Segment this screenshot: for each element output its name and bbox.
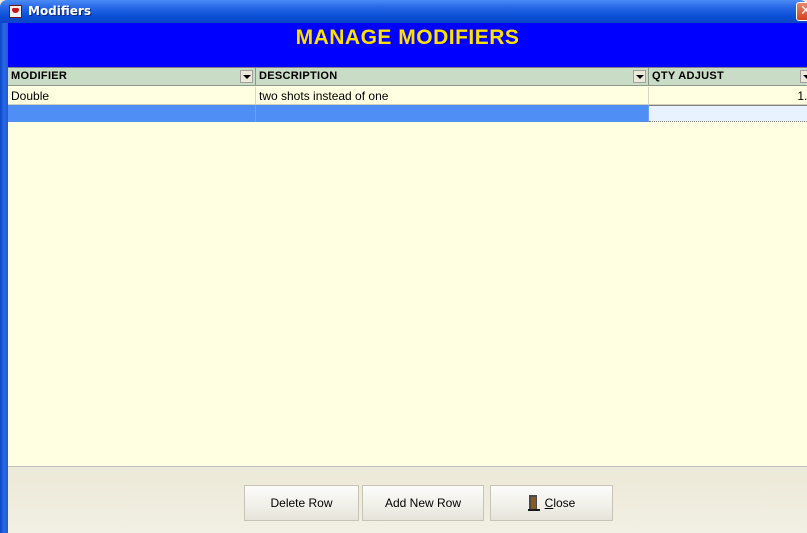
column-header-description[interactable]: DESCRIPTION [256,68,649,85]
app-icon [9,5,22,18]
column-header-qty-adjust[interactable]: QTY ADJUST [649,68,807,85]
close-button[interactable]: Close [490,485,613,521]
button-bar: Delete Row Add New Row Close [8,466,807,533]
column-label: DESCRIPTION [259,70,338,82]
page-title: MANAGE MODIFIERS [295,26,520,49]
new-cell-qty-adjust[interactable] [649,105,807,122]
new-cell-description[interactable] [256,105,649,122]
modifiers-window: Modifiers ✕ MANAGE MODIFIERS MODIFIER DE… [0,0,807,533]
column-label: MODIFIER [11,70,68,82]
close-label: Close [545,496,576,510]
qty-adjust-value: 1.5 [797,89,807,103]
new-row[interactable] [8,105,807,122]
new-cell-modifier[interactable] [8,105,256,122]
delete-row-button[interactable]: Delete Row [244,485,359,521]
column-header-modifier[interactable]: MODIFIER [8,68,256,85]
table-row[interactable]: Double two shots instead of one 1.5 [8,87,807,105]
add-new-row-label: Add New Row [384,496,462,510]
window-frame-left [0,23,8,533]
cell-qty-adjust[interactable]: 1.5 [649,87,807,104]
column-headers: MODIFIER DESCRIPTION QTY ADJUST [8,68,807,86]
add-new-row-button[interactable]: Add New Row [362,485,484,521]
delete-row-label: Delete Row [270,496,333,510]
dialog-content: MANAGE MODIFIERS MODIFIER DESCRIPTION QT… [8,23,807,533]
modifiers-grid[interactable]: MODIFIER DESCRIPTION QTY ADJUST Double t… [8,67,807,468]
column-label: QTY ADJUST [652,70,725,82]
title-bar[interactable]: Modifiers ✕ [0,0,807,23]
window-title: Modifiers [28,4,91,18]
cell-description[interactable]: two shots instead of one [256,87,649,104]
chevron-down-icon[interactable] [800,70,807,83]
window-close-button[interactable]: ✕ [796,2,807,21]
close-label-rest: lose [553,496,576,510]
cell-modifier[interactable]: Double [8,87,256,104]
chevron-down-icon[interactable] [240,70,253,83]
chevron-down-icon[interactable] [633,70,646,83]
door-icon [527,495,540,511]
